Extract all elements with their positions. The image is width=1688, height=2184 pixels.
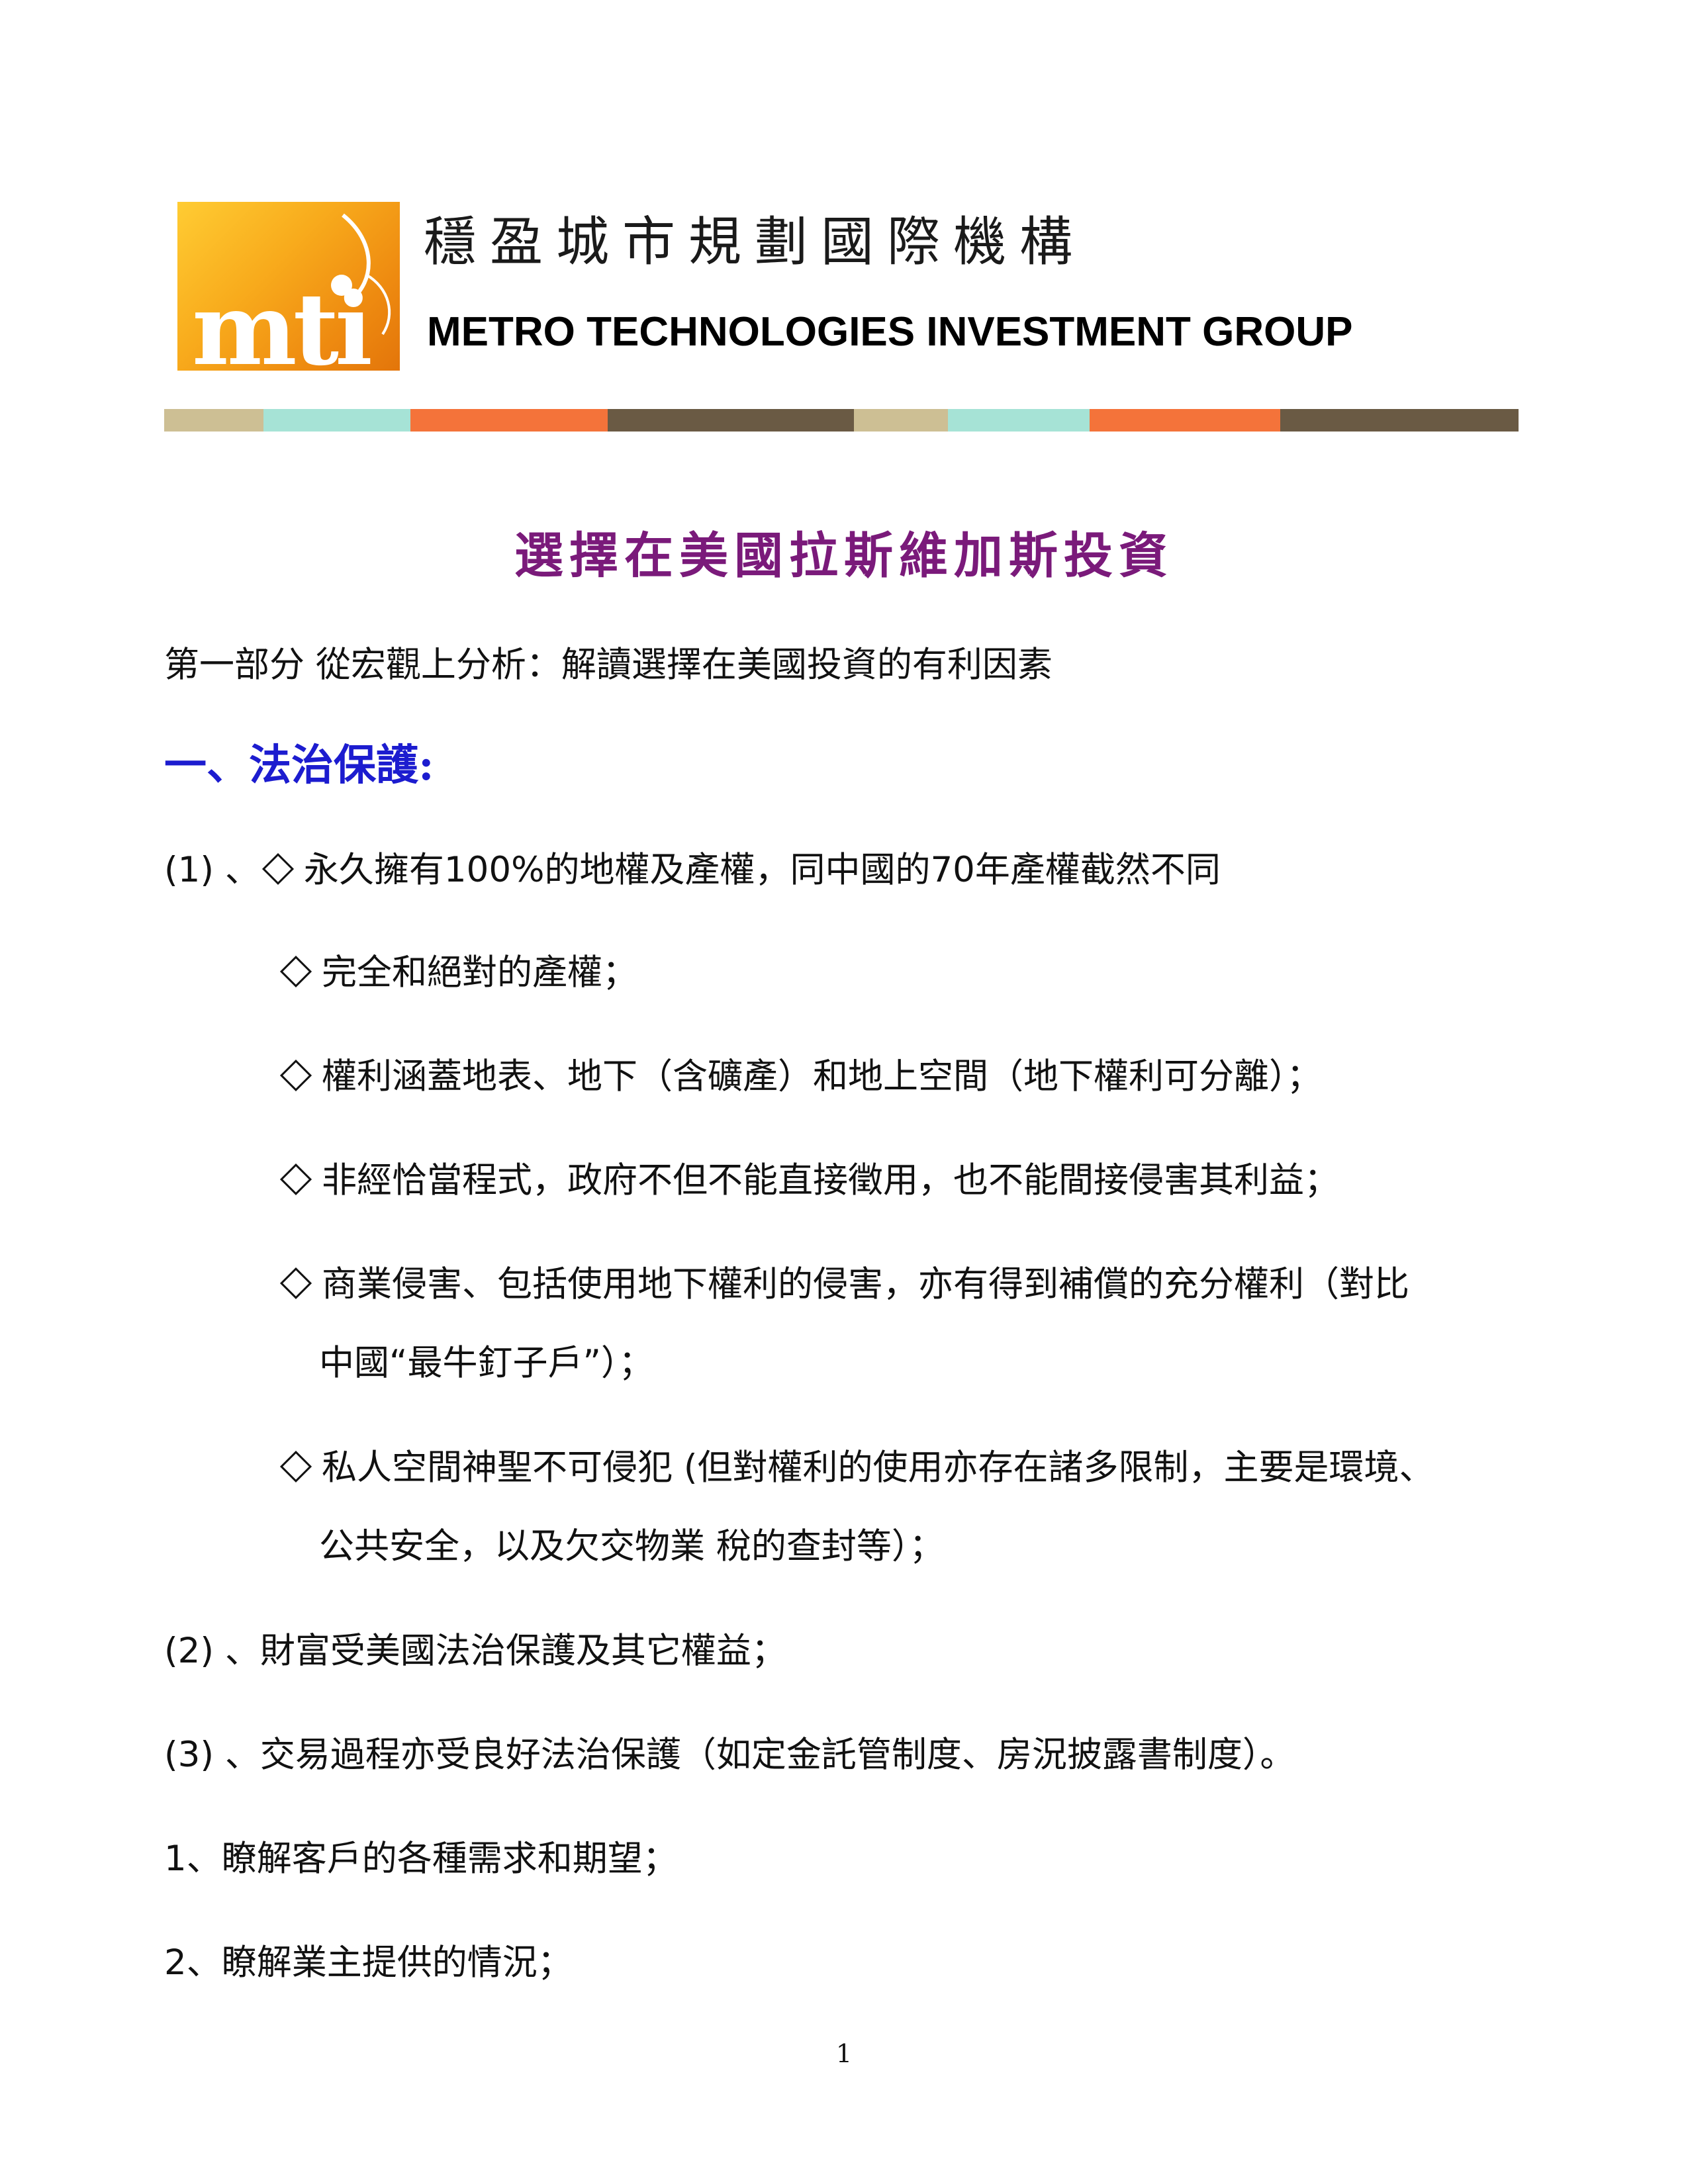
document-title: 選擇在美國拉斯維加斯投資 bbox=[514, 527, 1174, 584]
header-stripe-segment bbox=[948, 409, 1090, 432]
sub-list-item: 商業侵害、包括使用地下權利的侵害，亦有得到補償的充分權利（對比 bbox=[278, 1261, 1409, 1308]
list-item-3: (3) 、交易過程亦受良好法治保護（如定金託管制度、房況披露書制度）。 bbox=[164, 1735, 1295, 1775]
sub-list-item-text: 非經恰當程式，政府不但不能直接徵用，也不能間接侵害其利益； bbox=[322, 1160, 1339, 1201]
list-item-prefix: (1) 、 bbox=[164, 850, 260, 890]
sub-list-item-text: 商業侵害、包括使用地下權利的侵害，亦有得到補償的充分權利（對比 bbox=[322, 1264, 1409, 1304]
sub-list-item: 非經恰當程式，政府不但不能直接徵用，也不能間接侵害其利益； bbox=[278, 1158, 1339, 1204]
header-stripe-segment bbox=[1090, 409, 1280, 432]
sub-list-item-continuation: 中國“最牛釘子戶”）； bbox=[319, 1343, 654, 1383]
sub-list-item: 完全和絕對的產權； bbox=[278, 950, 637, 996]
org-name-english: METRO TECHNOLOGIES INVESTMENT GROUP bbox=[427, 309, 1353, 355]
numbered-item: 1、瞭解客戶的各種需求和期望； bbox=[164, 1839, 678, 1879]
sub-list-item-text: 權利涵蓋地表、地下（含礦產）和地上空間（地下權利可分離）； bbox=[322, 1056, 1322, 1097]
sub-list-item-text: 完全和絕對的產權； bbox=[322, 952, 637, 993]
header-stripe-segment bbox=[410, 409, 608, 432]
org-name-chinese: 穩盈城市規劃國際機構 bbox=[424, 211, 1086, 273]
diamond-bullet-icon bbox=[261, 853, 294, 886]
diamond-bullet-icon bbox=[279, 1267, 312, 1300]
header-stripe-segment bbox=[608, 409, 854, 432]
sub-list-item: 權利涵蓋地表、地下（含礦產）和地上空間（地下權利可分離）； bbox=[278, 1054, 1322, 1100]
sub-list-item-text: 私人空間神聖不可侵犯 (但對權利的使用亦存在諸多限制，主要是環境、 bbox=[322, 1447, 1434, 1488]
diamond-bullet-icon bbox=[279, 1163, 312, 1196]
list-item-text: 永久擁有100%的地權及產權，同中國的70年產權截然不同 bbox=[303, 850, 1221, 890]
diamond-bullet-icon bbox=[279, 956, 312, 988]
list-item-1: (1) 、 永久擁有100%的地權及產權，同中國的70年產權截然不同 bbox=[164, 847, 1221, 893]
part-heading: 第一部分 從宏觀上分析：解讀選擇在美國投資的有利因素 bbox=[164, 645, 1053, 685]
header-stripe-segment bbox=[164, 409, 263, 432]
company-logo: mti bbox=[177, 202, 400, 371]
header-stripe-segment bbox=[1280, 409, 1519, 432]
list-item-2: (2) 、財富受美國法治保護及其它權益； bbox=[164, 1631, 786, 1671]
header-stripe-segment bbox=[854, 409, 948, 432]
numbered-item: 2、瞭解業主提供的情況； bbox=[164, 1942, 573, 1983]
diamond-bullet-icon bbox=[279, 1060, 312, 1092]
sub-list-item-continuation: 公共安全，以及欠交物業 稅的查封等）； bbox=[319, 1526, 945, 1567]
page-number: 1 bbox=[835, 2039, 853, 2068]
sub-list-item: 私人空間神聖不可侵犯 (但對權利的使用亦存在諸多限制，主要是環境、 bbox=[278, 1445, 1434, 1491]
section-heading: 一、法治保護: bbox=[164, 741, 434, 790]
header-stripe-segment bbox=[263, 409, 410, 432]
logo-text: mti bbox=[192, 271, 373, 371]
diamond-bullet-icon bbox=[279, 1451, 312, 1483]
